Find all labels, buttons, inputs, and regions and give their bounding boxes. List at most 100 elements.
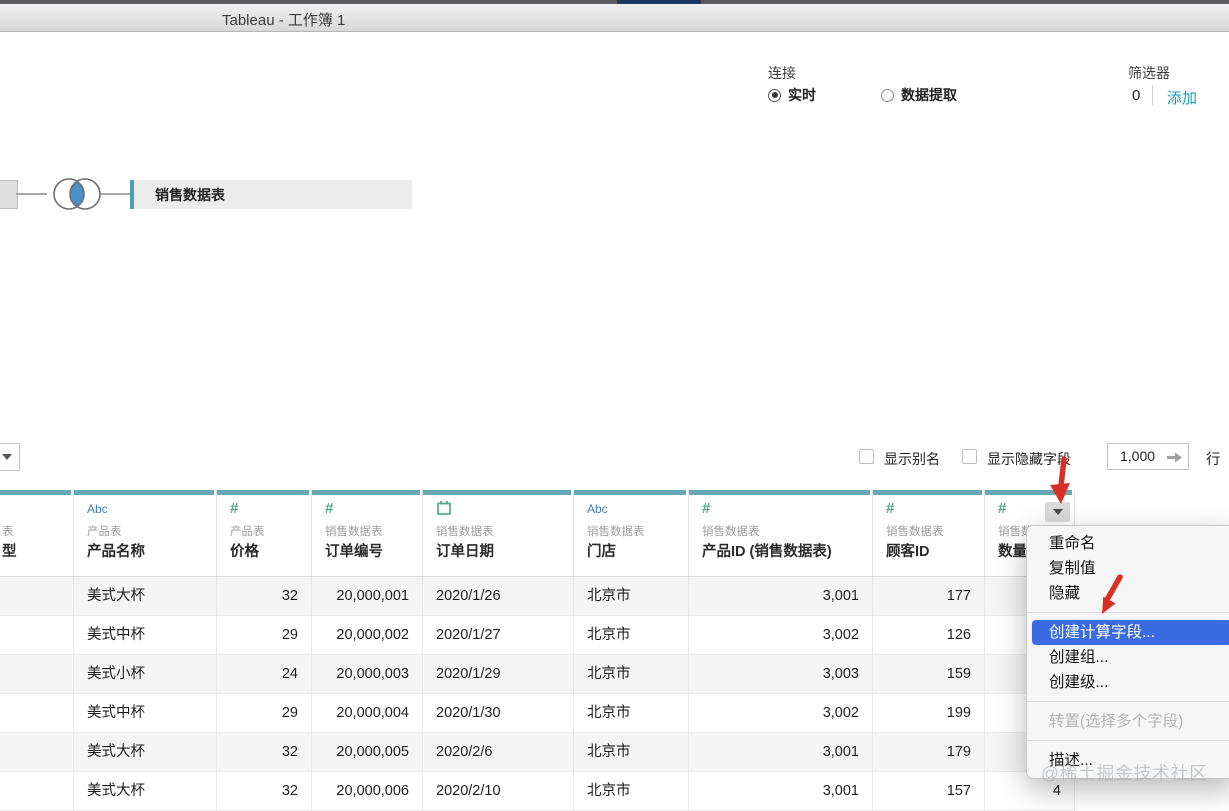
grid-header-row: 表型 Abc 产品表 产品名称 # 产品表 价格 # 销售数据表 订单编号 销售数据表 订单日期 Abc… [0,490,1075,577]
radio-selected-icon[interactable] [768,88,781,102]
table-cell[interactable]: 北京市 [574,655,689,694]
filters-add-button[interactable]: 添加 [1167,87,1197,108]
table-cell[interactable]: 20,000,003 [312,655,423,694]
menu-item[interactable]: 复制值 [1027,556,1229,581]
table-cell[interactable]: 2020/2/10 [423,772,574,811]
column-header[interactable]: # 销售数据表 产品ID (销售数据表) [689,490,873,576]
table-row[interactable]: 美式大杯 32 20,000,005 2020/2/6 北京市 3,001 179 [0,733,1075,772]
column-table-name: 表 [2,526,14,538]
table-cell[interactable]: 3,001 [689,772,873,811]
number-type-icon: # [998,500,1007,517]
table-row[interactable]: 美式大杯 32 20,000,006 2020/2/10 北京市 3,001 157 4 [0,772,1075,811]
table-cell[interactable]: 20,000,004 [312,694,423,733]
table-cell[interactable]: 北京市 [574,694,689,733]
column-header[interactable]: 销售数据表 订单日期 [423,490,574,576]
table-row[interactable]: 美式中杯 29 20,000,002 2020/1/27 北京市 3,002 126 [0,616,1075,655]
table-cell[interactable]: 126 [873,616,985,655]
column-menu-button[interactable] [1045,502,1070,522]
table-cell[interactable] [0,694,74,733]
column-table-name: 产品表 [230,526,265,538]
table-cell[interactable]: 24 [217,655,312,694]
table-cell[interactable]: 2020/1/26 [423,577,574,616]
text-type-icon: Abc [87,502,108,516]
column-field-name: 产品ID (销售数据表) [702,544,832,560]
table-row[interactable]: 美式大杯 32 20,000,001 2020/1/26 北京市 3,001 177 [0,577,1075,616]
table-cell[interactable]: 3,002 [689,694,873,733]
menu-item[interactable]: 隐藏 [1027,581,1229,606]
show-aliases-label: 显示别名 [884,451,940,467]
number-type-icon: # [325,500,334,517]
table-cell[interactable]: 157 [873,772,985,811]
column-header[interactable]: # 产品表 价格 [217,490,312,576]
table-cell[interactable]: 北京市 [574,616,689,655]
table-cell[interactable]: 美式大杯 [74,772,217,811]
column-header[interactable]: # 销售数据表 订单编号 [312,490,423,576]
menu-item[interactable]: 创建组... [1027,645,1229,670]
number-type-icon: # [230,500,239,517]
table-cell[interactable]: 3,002 [689,616,873,655]
table-cell[interactable]: 2020/1/29 [423,655,574,694]
table-cell[interactable] [0,772,74,811]
table-cell[interactable] [0,616,74,655]
radio-unselected-icon[interactable] [881,88,894,102]
show-hidden-fields-checkbox[interactable] [962,449,977,464]
load-rows-arrow-icon[interactable] [1166,451,1183,464]
table-cell[interactable] [0,577,74,616]
table-cell[interactable]: 北京市 [574,577,689,616]
table-cell[interactable]: 美式中杯 [74,616,217,655]
join-connector-line [16,193,47,195]
menu-item[interactable]: 创建计算字段... [1032,620,1229,645]
menu-item[interactable]: 创建级... [1027,670,1229,695]
table-cell[interactable]: 32 [217,772,312,811]
column-field-name: 订单日期 [436,544,494,560]
table-cell[interactable]: 北京市 [574,733,689,772]
table-cell[interactable]: 2020/1/27 [423,616,574,655]
table-cell[interactable] [0,733,74,772]
column-table-name: 销售数据表 [436,526,494,538]
column-field-name: 顾客ID [886,544,930,560]
column-header[interactable]: Abc 产品表 产品名称 [74,490,217,576]
table-cell[interactable]: 32 [217,577,312,616]
connection-live-option[interactable]: 实时 [768,87,816,103]
connection-extract-option[interactable]: 数据提取 [881,87,957,103]
table-cell[interactable]: 美式小杯 [74,655,217,694]
table-name: 销售数据表 [155,186,225,203]
table-cell[interactable]: 179 [873,733,985,772]
table-cell[interactable]: 20,000,002 [312,616,423,655]
table-row[interactable]: 美式小杯 24 20,000,003 2020/1/29 北京市 3,003 159 [0,655,1075,694]
table-cell[interactable]: 20,000,005 [312,733,423,772]
table-cell[interactable]: 2020/2/6 [423,733,574,772]
column-header[interactable]: 表型 [0,490,74,576]
menu-item[interactable]: 重命名 [1027,531,1229,556]
table-cell[interactable]: 199 [873,694,985,733]
column-header[interactable]: Abc 销售数据表 门店 [574,490,689,576]
filters-label: 筛选器 [1128,65,1170,81]
table-cell[interactable]: 美式中杯 [74,694,217,733]
table-cell[interactable] [0,655,74,694]
table-cell[interactable]: 32 [217,733,312,772]
logical-table[interactable]: 销售数据表 [130,180,412,209]
table-cell[interactable]: 2020/1/30 [423,694,574,733]
column-header[interactable]: # 销售数据表 顾客ID [873,490,985,576]
row-limit-input[interactable]: 1,000 [1107,443,1189,470]
table-cell[interactable]: 29 [217,694,312,733]
table-cell[interactable]: 3,001 [689,577,873,616]
text-type-icon: Abc [587,502,608,516]
table-cell[interactable]: 177 [873,577,985,616]
table-cell[interactable]: 20,000,001 [312,577,423,616]
number-type-icon: # [702,500,711,517]
table-cell[interactable]: 北京市 [574,772,689,811]
table-row[interactable]: 美式中杯 29 20,000,004 2020/1/30 北京市 3,002 199 [0,694,1075,733]
sort-fields-dropdown[interactable] [0,443,20,471]
show-aliases-checkbox[interactable] [859,449,874,464]
table-cell[interactable]: 29 [217,616,312,655]
table-cell[interactable]: 159 [873,655,985,694]
table-cell[interactable]: 3,003 [689,655,873,694]
table-cell[interactable]: 美式大杯 [74,577,217,616]
table-cell[interactable]: 20,000,006 [312,772,423,811]
column-accent-bar [423,490,571,495]
table-cell[interactable]: 美式大杯 [74,733,217,772]
table-cell[interactable]: 3,001 [689,733,873,772]
column-accent-bar [574,490,686,495]
column-accent-bar [873,490,982,495]
